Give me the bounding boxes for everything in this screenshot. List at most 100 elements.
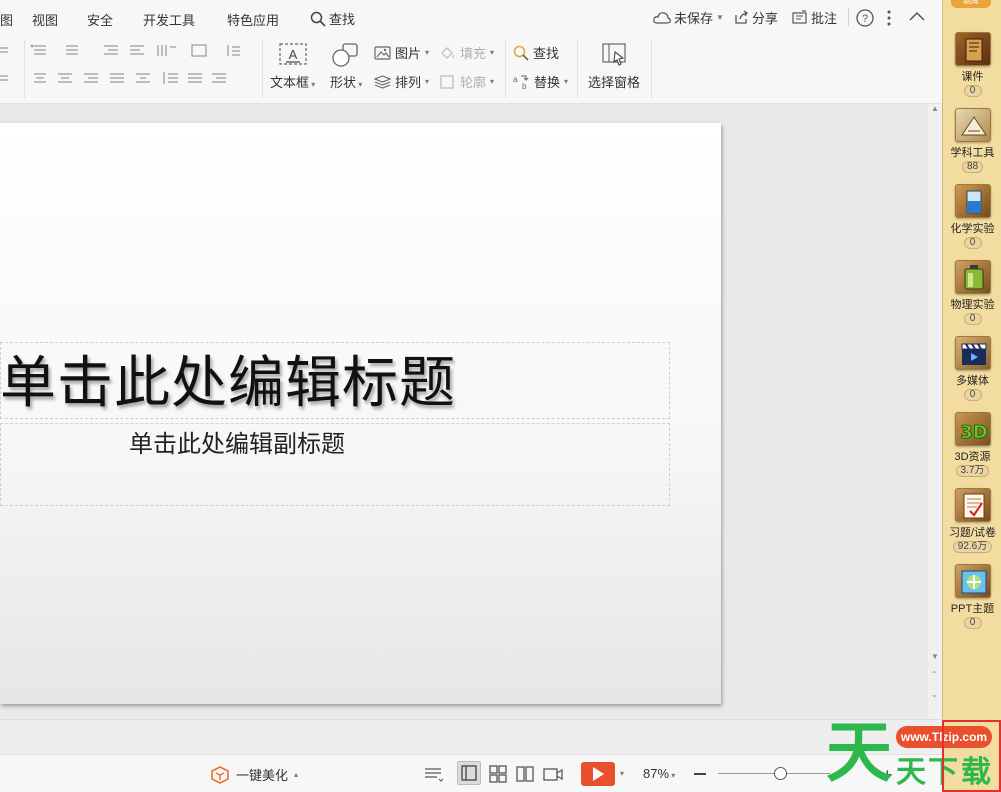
zoom-slider-thumb[interactable] bbox=[774, 767, 787, 780]
beautify-icon bbox=[211, 765, 229, 784]
textbox-label: 文本框 bbox=[270, 75, 310, 90]
replace-button[interactable]: ab 替换 ▾ bbox=[513, 72, 568, 91]
menu-item-partial[interactable]: 图 bbox=[0, 10, 13, 29]
sidebar-item-ppt-themes[interactable]: PPT主题 0 bbox=[943, 564, 1001, 629]
outline-label: 轮廓 bbox=[460, 75, 487, 90]
menu-item-developer[interactable]: 开发工具 bbox=[143, 10, 195, 29]
sidebar-item-exercises[interactable]: 习题/试卷 92.6万 bbox=[943, 488, 1001, 553]
shape-label: 形状 bbox=[330, 75, 357, 90]
selection-pane-button[interactable]: 选择窗格 bbox=[588, 42, 640, 91]
normal-view-button[interactable] bbox=[457, 761, 481, 785]
scroll-up-icon[interactable]: ▲ bbox=[931, 104, 939, 113]
outline-button[interactable]: 轮廓 ▾ bbox=[439, 72, 494, 91]
share-button[interactable]: 分享 bbox=[734, 8, 778, 27]
play-slideshow-button[interactable] bbox=[581, 762, 615, 786]
sidebar-item-physics[interactable]: 物理实验 0 bbox=[943, 260, 1001, 325]
highlight-box bbox=[942, 720, 1001, 792]
zoom-value: 87% bbox=[643, 766, 670, 781]
share-icon bbox=[735, 10, 748, 24]
unsaved-button[interactable]: 未保存 ▼ bbox=[653, 8, 724, 27]
picture-button[interactable]: 图片 ▾ bbox=[374, 43, 429, 62]
beautify-label: 一键美化 bbox=[236, 768, 289, 783]
shape-button[interactable]: 形状 ▾ bbox=[330, 42, 362, 91]
chevron-down-icon[interactable]: ▾ bbox=[620, 769, 624, 778]
replace-label: 替换 bbox=[534, 75, 561, 90]
sidebar-item-count: 88 bbox=[961, 161, 984, 173]
beautify-button[interactable]: 一键美化 ▴ bbox=[210, 765, 298, 784]
sidebar-item-3d-resources[interactable]: 3D 3D资源 3.7万 bbox=[943, 412, 1001, 477]
picture-label: 图片 bbox=[395, 46, 422, 61]
notes-pane[interactable] bbox=[0, 719, 942, 754]
sidebar-item-label: 3D资源 bbox=[954, 451, 991, 463]
book-icon bbox=[954, 32, 991, 66]
scroll-down-icon[interactable]: ▼ bbox=[931, 652, 939, 661]
chevron-down-icon: ▾ bbox=[425, 48, 430, 57]
question-bank-badge[interactable]: 题库 bbox=[951, 0, 991, 8]
divider bbox=[848, 8, 849, 26]
prev-slide-icon[interactable]: ⌃ bbox=[931, 670, 938, 679]
fill-label: 填充 bbox=[460, 46, 487, 61]
present-camera-icon[interactable] bbox=[543, 764, 563, 784]
menu-item-security[interactable]: 安全 bbox=[87, 10, 113, 29]
textbox-button[interactable]: A 文本框 ▾ bbox=[270, 42, 315, 91]
chevron-down-icon: ▾ bbox=[490, 48, 495, 57]
sidebar-item-label: 多媒体 bbox=[956, 375, 989, 387]
chevron-down-icon: ▾ bbox=[490, 77, 495, 86]
sidebar-item-multimedia[interactable]: 多媒体 0 bbox=[943, 336, 1001, 401]
slide-subtitle[interactable]: 单击此处编辑副标题 bbox=[129, 429, 345, 459]
sidebar-item-count: 0 bbox=[963, 237, 982, 249]
tools-icon bbox=[954, 108, 991, 142]
sidebar-item-label: 习题/试卷 bbox=[948, 527, 997, 539]
arrange-button[interactable]: 排列 ▾ bbox=[374, 72, 429, 91]
sidebar-item-label: PPT主题 bbox=[950, 603, 995, 615]
menu-bar: 图 视图 安全 开发工具 特色应用 查找 未保存 ▼ 分享 批注 ? bbox=[0, 0, 942, 36]
sidebar-item-label: 化学实验 bbox=[950, 223, 995, 235]
svg-text:3D: 3D bbox=[960, 422, 987, 443]
vertical-scrollbar[interactable]: ▲ ▼ ⌃ ⌄ bbox=[928, 104, 942, 719]
annotate-icon bbox=[792, 10, 807, 24]
svg-text:?: ? bbox=[862, 13, 868, 25]
sidebar-item-subject-tools[interactable]: 学科工具 88 bbox=[943, 108, 1001, 173]
chevron-down-icon: ▼ bbox=[716, 13, 724, 22]
zoom-out-button[interactable] bbox=[694, 773, 706, 775]
replace-icon: ab bbox=[513, 75, 529, 90]
divider bbox=[505, 40, 506, 98]
help-icon[interactable]: ? bbox=[856, 9, 874, 27]
reading-view-icon[interactable] bbox=[515, 764, 535, 784]
find-label: 查找 bbox=[533, 46, 560, 61]
fill-button[interactable]: 填充 ▾ bbox=[439, 43, 494, 62]
slide-canvas[interactable]: 单击此处编辑标题 单击此处编辑副标题 bbox=[0, 104, 928, 719]
next-slide-icon[interactable]: ⌄ bbox=[931, 690, 938, 699]
menu-item-features[interactable]: 特色应用 bbox=[227, 10, 279, 29]
zoom-level[interactable]: 87% ▾ bbox=[643, 766, 675, 781]
annotate-button[interactable]: 批注 bbox=[792, 8, 837, 27]
chevron-down-icon: ▾ bbox=[669, 771, 676, 780]
paragraph-tools-icon[interactable] bbox=[0, 42, 262, 94]
3d-icon: 3D bbox=[954, 412, 991, 446]
slide-sorter-icon[interactable] bbox=[488, 764, 508, 784]
menu-search-label: 查找 bbox=[329, 12, 356, 27]
collapse-ribbon-icon[interactable] bbox=[909, 11, 925, 21]
ppt-theme-icon bbox=[954, 564, 991, 598]
sidebar-item-count: 0 bbox=[963, 389, 982, 401]
slide[interactable]: 单击此处编辑标题 单击此处编辑副标题 bbox=[0, 123, 721, 704]
more-icon[interactable] bbox=[886, 10, 892, 26]
sidebar-item-chemistry[interactable]: 化学实验 0 bbox=[943, 184, 1001, 249]
share-label: 分享 bbox=[752, 11, 779, 26]
menu-item-view[interactable]: 视图 bbox=[32, 10, 58, 29]
selection-pane-icon bbox=[602, 43, 626, 66]
arrange-icon bbox=[374, 74, 391, 89]
search-icon bbox=[310, 11, 326, 27]
find-button[interactable]: 查找 bbox=[513, 43, 559, 62]
slide-title[interactable]: 单击此处编辑标题 bbox=[0, 352, 520, 416]
sidebar-item-count: 92.6万 bbox=[952, 541, 993, 553]
sidebar-item-courseware[interactable]: 课件 0 bbox=[943, 32, 1001, 97]
sidebar-item-label: 物理实验 bbox=[950, 299, 995, 311]
divider bbox=[651, 40, 652, 98]
outline-icon bbox=[440, 74, 454, 89]
sidebar-item-label: 课件 bbox=[961, 71, 984, 83]
menu-search-button[interactable]: 查找 bbox=[310, 9, 355, 28]
notes-toggle-icon[interactable] bbox=[423, 764, 443, 784]
svg-text:A: A bbox=[288, 47, 297, 62]
battery-icon bbox=[954, 260, 991, 294]
